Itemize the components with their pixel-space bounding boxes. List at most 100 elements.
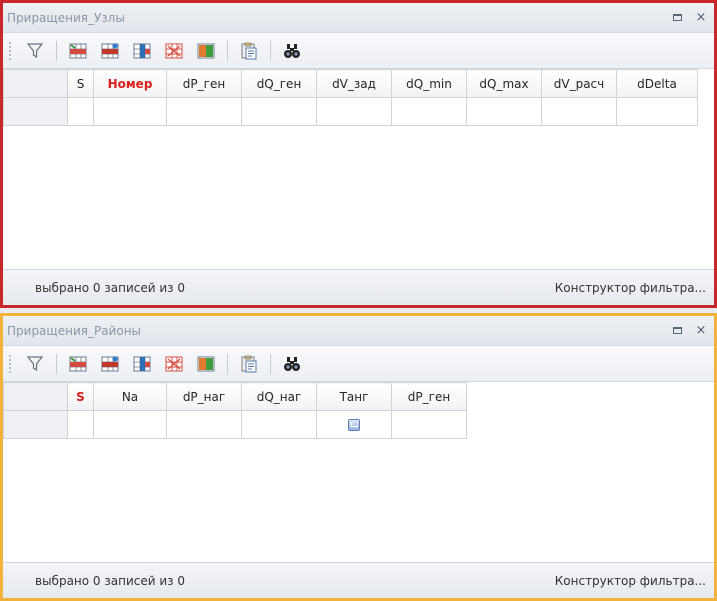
row-indicator[interactable] — [3, 97, 68, 126]
table-cell[interactable] — [166, 97, 242, 126]
column-header-dq-nag[interactable]: dQ_наг — [241, 382, 317, 411]
table-cell[interactable] — [316, 97, 392, 126]
filter-button[interactable] — [21, 38, 49, 64]
toolbar-separator — [56, 40, 57, 61]
toolbar — [3, 33, 714, 69]
table-cell[interactable] — [616, 97, 698, 126]
copy-row-button[interactable] — [128, 38, 156, 64]
filter-icon — [26, 355, 44, 371]
panel-title-bar[interactable]: Приращения_Районы × — [3, 316, 714, 346]
table-cell[interactable] — [166, 410, 242, 439]
panel-title: Приращения_Узлы — [7, 10, 125, 25]
column-header-dv-zad[interactable]: dV_зад — [316, 69, 392, 98]
table-cell[interactable] — [93, 410, 167, 439]
column-header-s[interactable]: S — [67, 382, 94, 411]
toolbar-grip[interactable] — [9, 41, 13, 60]
window-controls: × — [670, 10, 708, 25]
column-header-nomer[interactable]: Номер — [93, 69, 167, 98]
find-button[interactable] — [278, 351, 306, 377]
status-bar: выбрано 0 записей из 0 Конструктор фильт… — [3, 562, 714, 598]
column-header-dp-gen[interactable]: dP_ген — [166, 69, 242, 98]
column-header-na[interactable]: Na — [93, 382, 167, 411]
table-cell[interactable] — [67, 97, 94, 126]
checkbox-icon[interactable] — [348, 419, 360, 431]
table-cell[interactable] — [391, 410, 467, 439]
columns-button[interactable] — [160, 351, 188, 377]
delete-row-icon — [101, 356, 119, 371]
delete-row-button[interactable] — [96, 351, 124, 377]
delete-row-icon — [101, 43, 119, 58]
table-cell-tang[interactable] — [316, 410, 392, 439]
filter-builder-link[interactable]: Конструктор фильтра... — [555, 281, 706, 295]
insert-row-icon — [69, 356, 87, 371]
column-header-dp-nag[interactable]: dP_наг — [166, 382, 242, 411]
insert-row-button[interactable] — [64, 38, 92, 64]
table-row[interactable] — [3, 97, 698, 126]
column-header-dp-gen[interactable]: dP_ген — [391, 382, 467, 411]
table-cell[interactable] — [466, 97, 542, 126]
table-cell[interactable] — [241, 97, 317, 126]
export-button[interactable] — [192, 38, 220, 64]
toolbar-separator — [227, 353, 228, 374]
toolbar-separator — [270, 353, 271, 374]
export-button[interactable] — [192, 351, 220, 377]
close-button[interactable]: × — [694, 10, 708, 25]
delete-row-button[interactable] — [96, 38, 124, 64]
data-grid[interactable]: S Na dP_наг dQ_наг Танг dP_ген — [3, 382, 467, 439]
panel-title: Приращения_Районы — [7, 323, 142, 338]
column-header-ddelta[interactable]: dDelta — [616, 69, 698, 98]
column-header-dq-max[interactable]: dQ_max — [466, 69, 542, 98]
columns-icon — [165, 43, 183, 58]
column-header-indicator — [3, 69, 68, 98]
data-grid[interactable]: S Номер dP_ген dQ_ген dV_зад dQ_min dQ_m… — [3, 69, 698, 126]
record-count-text: выбрано 0 записей из 0 — [35, 573, 185, 588]
toolbar-separator — [227, 40, 228, 61]
record-count-text: выбрано 0 записей из 0 — [35, 280, 185, 295]
row-indicator[interactable] — [3, 410, 68, 439]
copy-row-icon — [133, 356, 151, 371]
binoculars-icon — [284, 43, 300, 58]
header-row: S Na dP_наг dQ_наг Танг dP_ген — [3, 382, 467, 411]
toolbar-separator — [270, 40, 271, 61]
table-cell[interactable] — [67, 410, 94, 439]
panel-nodes: Приращения_Узлы × S Номер dP_ген dQ_ген … — [0, 0, 717, 308]
close-button[interactable]: × — [694, 323, 708, 338]
filter-builder-link[interactable]: Конструктор фильтра... — [555, 574, 706, 588]
grid-area[interactable]: S Номер dP_ген dQ_ген dV_зад dQ_min dQ_m… — [3, 69, 714, 243]
maximize-icon — [672, 14, 682, 21]
column-header-tang[interactable]: Танг — [316, 382, 392, 411]
column-header-dq-min[interactable]: dQ_min — [391, 69, 467, 98]
copy-row-icon — [133, 43, 151, 58]
header-row: S Номер dP_ген dQ_ген dV_зад dQ_min dQ_m… — [3, 69, 698, 98]
column-header-dv-rasch[interactable]: dV_расч — [541, 69, 617, 98]
find-button[interactable] — [278, 38, 306, 64]
binoculars-icon — [284, 356, 300, 371]
toolbar — [3, 346, 714, 382]
copy-row-button[interactable] — [128, 351, 156, 377]
table-cell[interactable] — [93, 97, 167, 126]
table-cell[interactable] — [541, 97, 617, 126]
toolbar-separator — [56, 353, 57, 374]
filter-icon — [26, 42, 44, 58]
column-header-dq-gen[interactable]: dQ_ген — [241, 69, 317, 98]
insert-row-button[interactable] — [64, 351, 92, 377]
table-row[interactable] — [3, 410, 467, 439]
maximize-icon — [672, 327, 682, 334]
copy-clipboard-button[interactable] — [235, 351, 263, 377]
copy-clipboard-button[interactable] — [235, 38, 263, 64]
table-cell[interactable] — [391, 97, 467, 126]
insert-row-icon — [69, 43, 87, 58]
export-icon — [197, 43, 215, 58]
panel-title-bar[interactable]: Приращения_Узлы × — [3, 3, 714, 33]
panel-regions: Приращения_Районы × S Na dP_наг dQ_наг Т… — [0, 313, 717, 601]
toolbar-grip[interactable] — [9, 354, 13, 373]
columns-button[interactable] — [160, 38, 188, 64]
table-cell[interactable] — [241, 410, 317, 439]
grid-area[interactable]: S Na dP_наг dQ_наг Танг dP_ген — [3, 382, 714, 536]
maximize-button[interactable] — [670, 11, 684, 25]
column-header-s[interactable]: S — [67, 69, 94, 98]
maximize-button[interactable] — [670, 324, 684, 338]
column-header-indicator — [3, 382, 68, 411]
filter-button[interactable] — [21, 351, 49, 377]
copy-clipboard-icon — [241, 355, 257, 372]
